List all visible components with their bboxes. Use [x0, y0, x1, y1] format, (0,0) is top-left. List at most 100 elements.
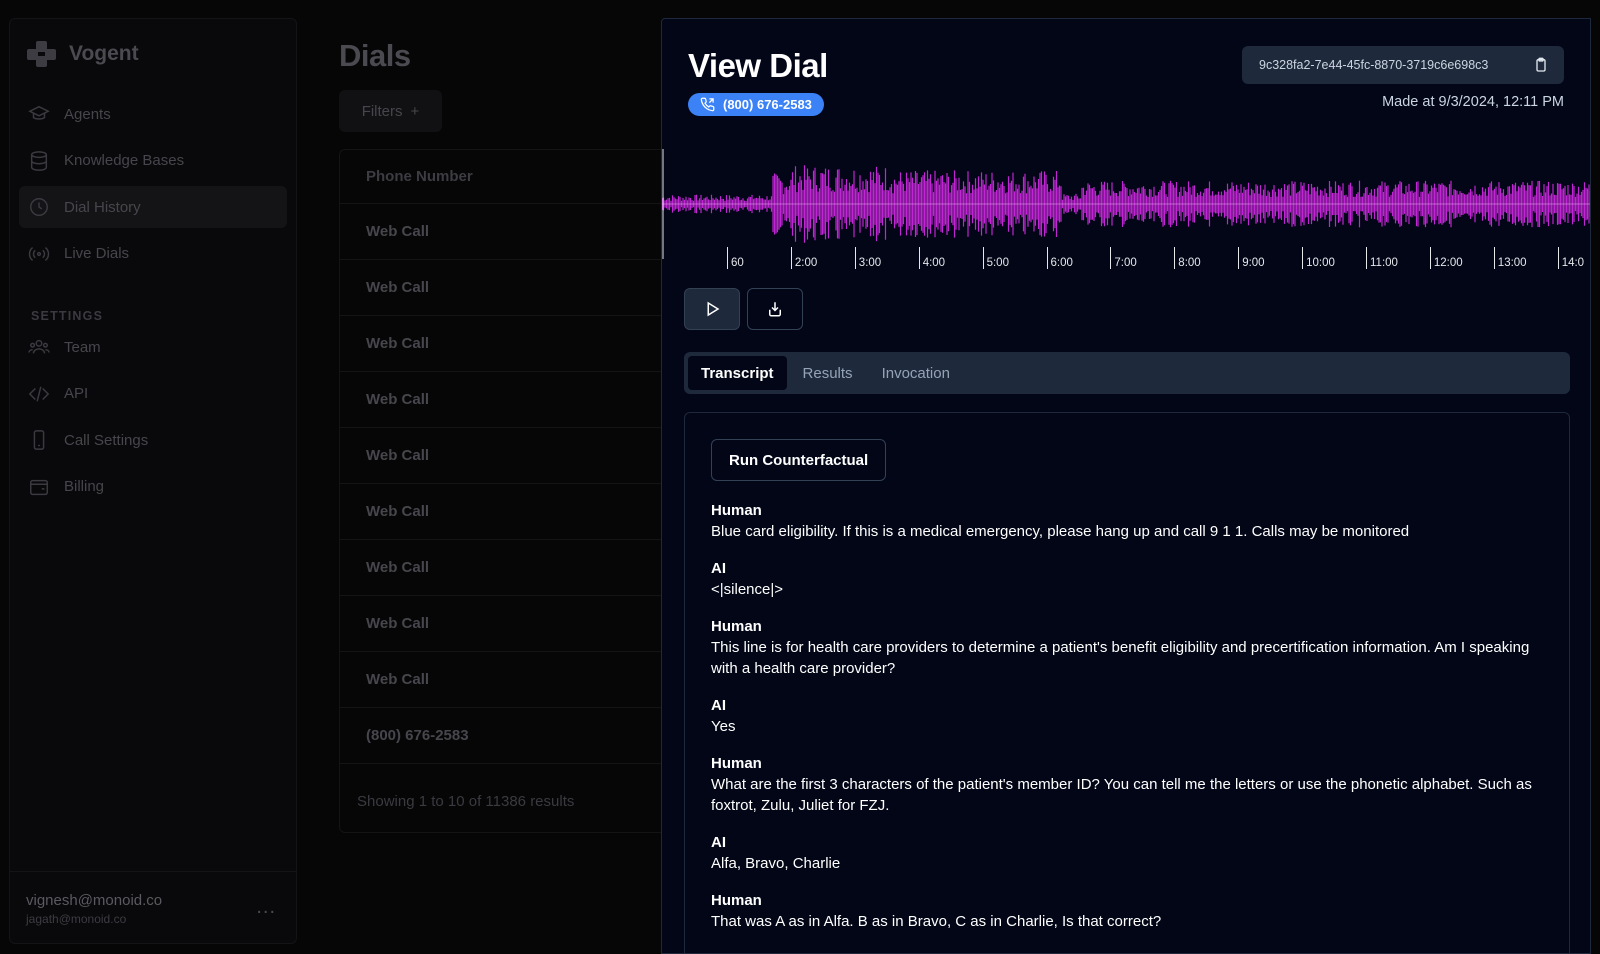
download-button[interactable]	[747, 288, 803, 330]
logo[interactable]: Vogent	[27, 41, 139, 67]
sidebar-item-agents[interactable]: Agents	[19, 93, 287, 135]
settings-nav: Team API Call Settings Billing	[19, 326, 287, 512]
timeline-label: 5:00	[986, 257, 1009, 269]
phone-device-icon	[28, 429, 50, 451]
filters-label: Filters	[361, 102, 403, 120]
sidebar-item-team[interactable]: Team	[19, 326, 287, 368]
phone-call-icon	[700, 97, 715, 112]
table-row[interactable]: Web Call	[340, 372, 668, 428]
audio-waveform[interactable]	[662, 149, 1591, 259]
timeline-label: 12:00	[1433, 257, 1463, 269]
transcript-message: Human This line is for health care provi…	[711, 616, 1543, 679]
play-icon	[707, 301, 720, 317]
more-options-icon[interactable]: ...	[256, 896, 276, 919]
clock-icon	[28, 196, 50, 218]
sidebar-item-billing[interactable]: Billing	[19, 466, 287, 508]
logo-icon	[27, 41, 59, 67]
sidebar-item-live-dials[interactable]: Live Dials	[19, 233, 287, 275]
sidebar-item-label: Team	[64, 338, 101, 356]
timeline-label: 11:00	[1370, 257, 1398, 269]
timeline-tick	[1557, 247, 1559, 269]
filters-button[interactable]: Filters +	[339, 90, 442, 132]
drawer-tabs: Transcript Results Invocation	[684, 352, 1570, 394]
message-text: What are the first 3 characters of the p…	[711, 776, 1532, 814]
transcript-message: AI <|silence|>	[711, 558, 1543, 600]
tab-transcript[interactable]: Transcript	[688, 356, 787, 390]
timeline-label: 10:00	[1306, 257, 1335, 269]
table-row[interactable]: Web Call	[340, 428, 668, 484]
sidebar-item-label: Agents	[64, 105, 111, 123]
timeline-tick	[1493, 247, 1495, 269]
table-row[interactable]: Web Call	[340, 484, 668, 540]
timeline-tick	[918, 247, 920, 269]
transcript-message: AI Alfa, Bravo, Charlie	[711, 832, 1543, 874]
run-counterfactual-button[interactable]: Run Counterfactual	[711, 439, 887, 481]
message-text: Blue card eligibility. If this is a medi…	[711, 523, 1410, 540]
timeline-tick	[854, 247, 856, 269]
table-row[interactable]: Web Call	[340, 596, 668, 652]
plus-icon: +	[410, 102, 420, 120]
sidebar-item-label: API	[64, 385, 89, 402]
timeline-label: 4:00	[922, 257, 946, 269]
tab-invocation[interactable]: Invocation	[869, 356, 963, 390]
timeline-tick	[790, 247, 792, 269]
users-icon	[28, 336, 50, 358]
message-speaker: Human	[711, 892, 762, 909]
play-button[interactable]	[684, 288, 740, 330]
timeline-tick	[982, 247, 984, 269]
transcript-message: AI Yes	[711, 695, 1543, 737]
timeline-label: 7:00	[1114, 257, 1137, 269]
wallet-icon	[28, 476, 50, 498]
code-icon	[28, 383, 50, 405]
timeline-label: 14:0	[1561, 257, 1585, 269]
drawer-title: View Dial	[688, 47, 828, 84]
message-text: <|silence|>	[711, 581, 784, 598]
sidebar-item-label: Live Dials	[64, 245, 130, 262]
message-text: That was A as in Alfa. B as in Bravo, C …	[711, 913, 1162, 930]
user-account[interactable]: vignesh@monoid.co jagath@monoid.co ...	[10, 871, 296, 943]
transcript-panel: Run Counterfactual Human Blue card eligi…	[684, 412, 1570, 953]
table-row[interactable]: Web Call	[340, 260, 668, 316]
timeline-label: 6:00	[1050, 257, 1073, 269]
sidebar-item-dial-history[interactable]: Dial History	[19, 186, 287, 228]
dial-id-copy[interactable]: 9c328fa2-7e44-45fc-8870-3719c6e698c3	[1242, 46, 1564, 84]
timeline-label: 60	[731, 257, 744, 269]
timeline-label: 8:00	[1178, 257, 1201, 269]
timeline-label: 3:00	[858, 257, 882, 269]
message-speaker: AI	[711, 697, 726, 714]
timeline-tick	[1238, 247, 1240, 269]
pagination-summary: Showing 1 to 10 of 11386 results	[357, 792, 575, 810]
download-icon	[769, 302, 781, 317]
sidebar-item-call-settings[interactable]: Call Settings	[19, 419, 287, 461]
message-speaker: AI	[711, 834, 726, 851]
message-text: Alfa, Bravo, Charlie	[711, 855, 841, 872]
sidebar-item-api[interactable]: API	[19, 373, 287, 415]
user-email: vignesh@monoid.co	[26, 892, 163, 909]
audio-timeline: 60 2:00 3:00 4:00 5:00 6:00 7:00 8:00 9:00 10:00 1…	[662, 247, 1590, 287]
user-secondary-email: jagath@monoid.co	[26, 912, 127, 926]
clipboard-icon[interactable]	[1533, 57, 1549, 73]
timeline-label: 9:00	[1242, 257, 1265, 269]
timeline-tick	[1302, 247, 1304, 269]
message-text: This line is for health care providers t…	[711, 639, 1530, 677]
transcript-message: Human That was A as in Alfa. B as in Bra…	[711, 890, 1543, 932]
table-row[interactable]: Web Call	[340, 204, 668, 260]
timeline-tick	[1429, 247, 1431, 269]
timeline-label: 2:00	[794, 257, 818, 269]
sidebar-item-label: Billing	[64, 478, 105, 495]
app-name: Vogent	[69, 42, 139, 65]
graduation-cap-icon	[28, 103, 50, 125]
table-row[interactable]: Web Call	[340, 316, 668, 372]
view-dial-drawer: View Dial (800) 676-2583 9c328fa2-7e44-4…	[661, 18, 1591, 954]
main-nav: Agents Knowledge Bases Dial History Live…	[19, 93, 287, 279]
sidebar-item-knowledge-bases[interactable]: Knowledge Bases	[19, 140, 287, 182]
table-row[interactable]: Web Call	[340, 652, 668, 708]
tab-results[interactable]: Results	[790, 356, 866, 390]
table-row[interactable]: (800) 676-2583	[340, 708, 668, 764]
column-header-phone-number[interactable]: Phone Number	[340, 150, 668, 204]
table-row[interactable]: Web Call	[340, 540, 668, 596]
transcript-message: Human What are the first 3 characters of…	[711, 753, 1543, 816]
timeline-tick	[1110, 247, 1112, 269]
timeline-label: 13:00	[1497, 257, 1527, 269]
timeline-tick	[1046, 247, 1048, 269]
